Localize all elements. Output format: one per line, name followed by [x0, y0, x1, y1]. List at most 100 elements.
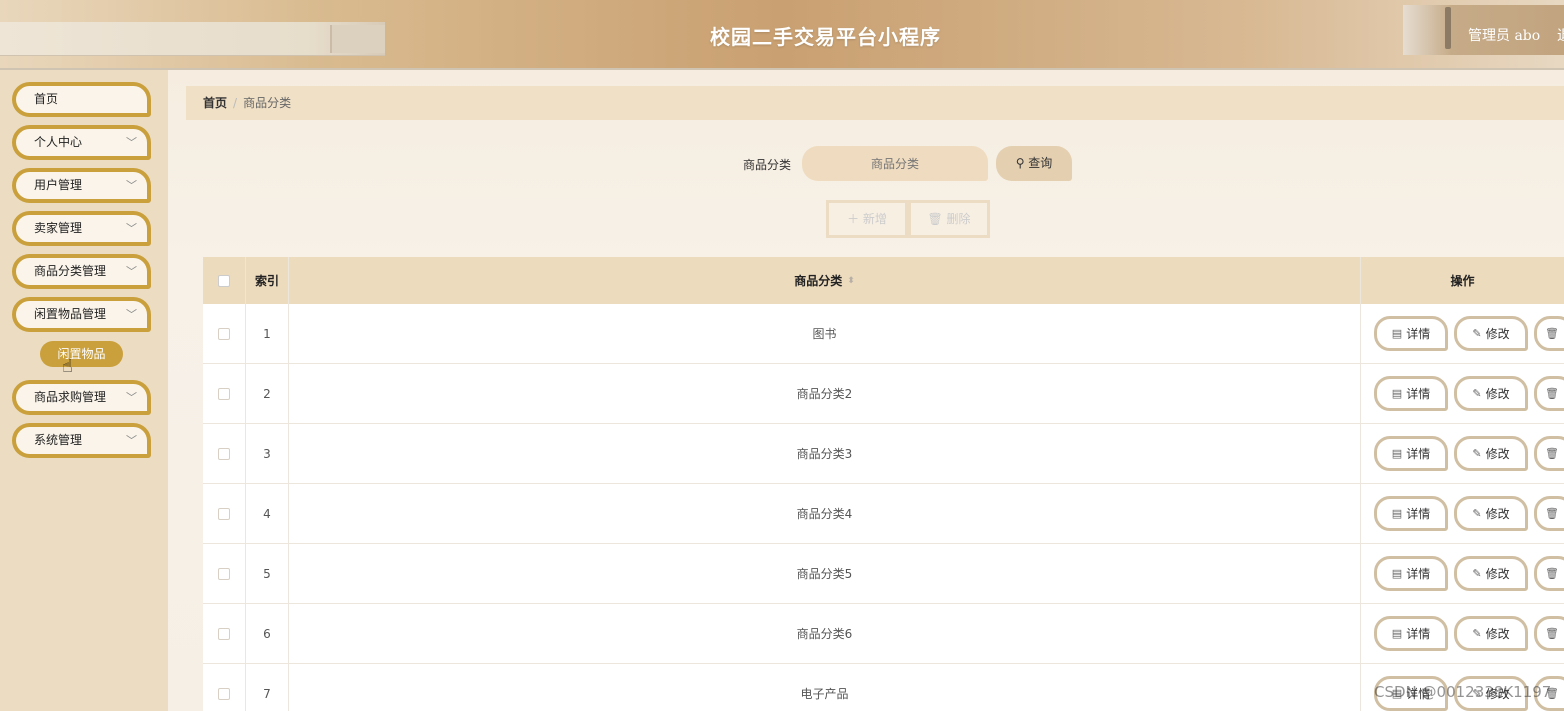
trash-icon: 🗑 [1545, 507, 1559, 520]
row-checkbox-cell [203, 484, 246, 543]
document-icon: ▤ [1391, 387, 1403, 400]
row-checkbox-cell [203, 544, 246, 603]
row-checkbox-cell [203, 364, 246, 423]
table-row: 3 商品分类3 ▤ 详情 ✎ 修改 🗑 [203, 424, 1564, 484]
row-ops: ▤ 详情 ✎ 修改 🗑 [1361, 304, 1564, 363]
table-row: 6 商品分类6 ▤ 详情 ✎ 修改 🗑 [203, 604, 1564, 664]
delete-button-label: 删除 [946, 212, 971, 226]
chevron-down-icon: ﹀ [126, 434, 137, 447]
detail-button[interactable]: ▤ 详情 [1374, 436, 1448, 471]
header-checkbox-cell [203, 257, 246, 304]
table-row: 2 商品分类2 ▤ 详情 ✎ 修改 🗑 [203, 364, 1564, 424]
add-button[interactable]: ＋ 新增 [826, 200, 908, 238]
edit-button[interactable]: ✎ 修改 [1454, 436, 1528, 471]
row-checkbox[interactable] [218, 627, 230, 640]
row-checkbox[interactable] [218, 567, 230, 580]
header-decoration-left [0, 22, 385, 56]
detail-button[interactable]: ▤ 详情 [1374, 556, 1448, 591]
row-checkbox-cell [203, 304, 246, 363]
row-checkbox[interactable] [218, 387, 230, 400]
breadcrumb-current: 商品分类 [243, 96, 292, 110]
row-checkbox-cell [203, 424, 246, 483]
detail-button[interactable]: ▤ 详情 [1374, 616, 1448, 651]
edit-label: 修改 [1485, 507, 1510, 521]
row-delete-button[interactable]: 🗑 [1534, 316, 1564, 351]
row-delete-button[interactable]: 🗑 [1534, 616, 1564, 651]
trash-icon: 🗑 [1545, 327, 1559, 340]
trash-icon: 🗑 [1545, 387, 1559, 400]
header-ops: 操作 [1450, 274, 1475, 288]
sidebar-item-label: 商品分类管理 [34, 264, 107, 278]
pencil-icon: ✎ [1472, 627, 1482, 640]
detail-label: 详情 [1406, 327, 1431, 341]
select-all-checkbox[interactable] [218, 274, 230, 287]
header-name[interactable]: 商品分类 ⬍ [289, 257, 1361, 304]
trash-icon: 🗑 [1545, 447, 1559, 460]
row-ops: ▤ 详情 ✎ 修改 🗑 [1361, 484, 1564, 543]
delete-button[interactable]: 🗑 删除 [908, 200, 990, 238]
row-checkbox[interactable] [218, 507, 230, 520]
edit-button[interactable]: ✎ 修改 [1454, 496, 1528, 531]
row-checkbox[interactable] [218, 687, 230, 700]
edit-label: 修改 [1485, 387, 1510, 401]
sidebar-item-system-management[interactable]: 系统管理 ﹀ [12, 423, 151, 458]
edit-button[interactable]: ✎ 修改 [1454, 376, 1528, 411]
detail-label: 详情 [1406, 507, 1431, 521]
sidebar-item-home[interactable]: 首页 [12, 82, 151, 117]
sidebar: 首页 个人中心 ﹀ 用户管理 ﹀ 卖家管理 ﹀ 商品分类管理 ﹀ 闲置物品管理 ﹀ 闲置物… [0, 70, 168, 711]
breadcrumb-home[interactable]: 首页 [203, 96, 227, 110]
row-delete-button[interactable]: 🗑 [1534, 376, 1564, 411]
search-input[interactable] [802, 146, 988, 181]
detail-label: 详情 [1406, 627, 1431, 641]
pencil-icon: ✎ [1472, 327, 1482, 340]
sidebar-item-seller-management[interactable]: 卖家管理 ﹀ [12, 211, 151, 246]
row-delete-button[interactable]: 🗑 [1534, 436, 1564, 471]
search-label: 商品分类 [743, 158, 792, 172]
app-title: 校园二手交易平台小程序 [710, 25, 941, 49]
sidebar-item-label: 商品求购管理 [34, 390, 107, 404]
table-row: 5 商品分类5 ▤ 详情 ✎ 修改 🗑 [203, 544, 1564, 604]
table-row: 4 商品分类4 ▤ 详情 ✎ 修改 🗑 [203, 484, 1564, 544]
row-index: 3 [246, 424, 289, 483]
edit-button[interactable]: ✎ 修改 [1454, 316, 1528, 351]
document-icon: ▤ [1391, 327, 1403, 340]
row-index: 2 [246, 364, 289, 423]
row-delete-button[interactable]: 🗑 [1534, 496, 1564, 531]
row-index: 4 [246, 484, 289, 543]
detail-button[interactable]: ▤ 详情 [1374, 496, 1448, 531]
row-name: 商品分类3 [289, 424, 1361, 483]
header-index: 索引 [246, 257, 289, 304]
row-checkbox[interactable] [218, 447, 230, 460]
breadcrumb: 首页 / 商品分类 [186, 86, 1564, 120]
row-name: 图书 [289, 304, 1361, 363]
logout-link[interactable]: 退 [1557, 25, 1564, 45]
detail-button[interactable]: ▤ 详情 [1374, 376, 1448, 411]
document-icon: ▤ [1391, 627, 1403, 640]
row-index: 1 [246, 304, 289, 363]
edit-button[interactable]: ✎ 修改 [1454, 616, 1528, 651]
edit-button[interactable]: ✎ 修改 [1454, 556, 1528, 591]
sidebar-item-purchase-request-management[interactable]: 商品求购管理 ﹀ [12, 380, 151, 415]
top-header: 校园二手交易平台小程序 管理员 abo 退 [0, 0, 1564, 70]
row-delete-button[interactable]: 🗑 [1534, 556, 1564, 591]
chevron-down-icon: ﹀ [126, 265, 137, 278]
sidebar-subitem-idle-goods[interactable]: 闲置物品 [40, 341, 123, 367]
row-index: 6 [246, 604, 289, 663]
sort-icon[interactable]: ⬍ [847, 276, 855, 286]
detail-label: 详情 [1406, 387, 1431, 401]
document-icon: ▤ [1391, 447, 1403, 460]
sidebar-item-idle-goods-management[interactable]: 闲置物品管理 ﹀ [12, 297, 151, 332]
search-button[interactable]: ⚲ 查询 [996, 146, 1072, 181]
sidebar-item-user-management[interactable]: 用户管理 ﹀ [12, 168, 151, 203]
admin-username[interactable]: 管理员 abo [1468, 25, 1540, 45]
trash-icon: 🗑 [1545, 627, 1559, 640]
row-name: 商品分类2 [289, 364, 1361, 423]
row-ops: ▤ 详情 ✎ 修改 🗑 [1361, 424, 1564, 483]
sidebar-item-category-management[interactable]: 商品分类管理 ﹀ [12, 254, 151, 289]
row-index: 5 [246, 544, 289, 603]
pencil-icon: ✎ [1472, 387, 1482, 400]
pencil-icon: ✎ [1472, 567, 1482, 580]
sidebar-item-personal-center[interactable]: 个人中心 ﹀ [12, 125, 151, 160]
detail-button[interactable]: ▤ 详情 [1374, 316, 1448, 351]
row-checkbox[interactable] [218, 327, 230, 340]
